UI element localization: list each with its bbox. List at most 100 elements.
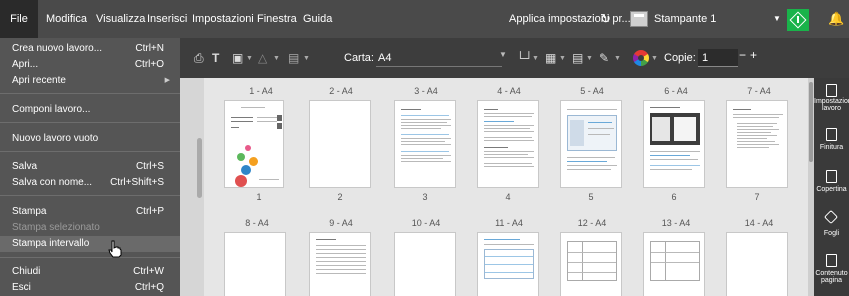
menu-inserisci[interactable]: Inserisci xyxy=(147,0,187,38)
menu-item-print[interactable]: Stampa Ctrl+P xyxy=(0,204,180,220)
page-thumbnail[interactable] xyxy=(394,100,456,188)
paper-select[interactable]: A4 xyxy=(376,49,502,67)
page-content-icon[interactable] xyxy=(826,254,837,267)
page-thumbnail[interactable] xyxy=(560,232,622,296)
page-layout-icon[interactable]: ▤ xyxy=(288,50,299,66)
copies-input[interactable]: 1 xyxy=(698,49,738,67)
menu-finestra[interactable]: Finestra xyxy=(257,0,297,38)
thumb-line xyxy=(485,264,533,265)
menu-visualizza[interactable]: Visualizza xyxy=(96,0,145,38)
copies-decrement-button[interactable]: − xyxy=(739,48,746,62)
thumb-line xyxy=(401,128,441,129)
menu-separator xyxy=(0,151,180,152)
chevron-down-icon[interactable]: ▼ xyxy=(614,51,621,67)
menu-item-print-range[interactable]: Stampa intervallo xyxy=(0,236,180,252)
menu-item-label: Apri recente xyxy=(12,75,66,86)
left-scrollbar-thumb[interactable] xyxy=(197,138,202,198)
page-thumbnail[interactable] xyxy=(309,100,371,188)
printer-name[interactable]: Stampante 1 xyxy=(654,0,716,38)
thumb-line xyxy=(316,249,366,250)
menu-impostazioni[interactable]: Impostazioni xyxy=(192,0,254,38)
scrollbar-thumb[interactable] xyxy=(809,82,813,162)
finishing-icon[interactable]: └┘ xyxy=(516,50,533,66)
job-settings-icon[interactable] xyxy=(826,84,837,97)
menu-modifica[interactable]: Modifica xyxy=(46,0,87,38)
page-label: 14 - A4 xyxy=(744,218,774,228)
chevron-down-icon[interactable]: ▼ xyxy=(532,51,539,67)
menu-item-compose-job[interactable]: Componi lavoro... xyxy=(0,102,180,118)
page-thumbnail[interactable] xyxy=(726,232,788,296)
menu-guida[interactable]: Guida xyxy=(303,0,332,38)
text-tool-icon[interactable]: T xyxy=(212,50,219,66)
copies-increment-button[interactable]: + xyxy=(750,48,757,62)
thumb-table-divider xyxy=(582,242,583,280)
chevron-down-icon[interactable]: ▼ xyxy=(586,51,593,67)
select-tool-icon[interactable]: ⎙ xyxy=(194,50,204,66)
thumb-table xyxy=(484,249,534,279)
sheets-label[interactable]: Fogli xyxy=(814,230,849,237)
page-thumbnail[interactable] xyxy=(394,232,456,296)
page-label: 3 - A4 xyxy=(414,86,438,96)
page-thumbnail[interactable] xyxy=(643,232,705,296)
thumb-dot xyxy=(241,165,251,175)
chevron-down-icon[interactable]: ▼ xyxy=(773,0,781,38)
menu-item-save-as[interactable]: Salva con nome... Ctrl+Shift+S xyxy=(0,175,180,191)
menu-item-close[interactable]: Chiudi Ctrl+W xyxy=(0,264,180,280)
thumb-line xyxy=(737,147,769,148)
menu-item-open[interactable]: Apri... Ctrl+O xyxy=(0,57,180,73)
thumb-line xyxy=(484,239,520,240)
chevron-down-icon[interactable]: ▼ xyxy=(246,51,253,67)
menu-item-label: Stampa xyxy=(12,206,47,217)
thumb-line xyxy=(401,151,449,152)
page-thumbnail[interactable] xyxy=(477,232,539,296)
print-bar-icon xyxy=(797,16,799,23)
chevron-down-icon[interactable]: ▼ xyxy=(559,51,566,67)
page-thumbnail[interactable] xyxy=(477,100,539,188)
chevron-down-icon[interactable]: ▼ xyxy=(273,51,280,67)
chevron-down-icon[interactable]: ▼ xyxy=(499,50,507,59)
bell-icon[interactable]: 🔔 xyxy=(828,11,844,27)
thumb-line xyxy=(650,169,692,170)
menu-item-new-empty-job[interactable]: Nuovo lavoro vuoto xyxy=(0,131,180,147)
page-label: 9 - A4 xyxy=(329,218,353,228)
finishing-label[interactable]: Finitura xyxy=(814,144,849,151)
page-thumbnail[interactable] xyxy=(309,232,371,296)
edit-icon[interactable]: ✎ xyxy=(599,50,609,66)
thumb-line xyxy=(650,165,700,166)
cover-label[interactable]: Copertina xyxy=(814,186,849,193)
refresh-icon[interactable]: ↻ xyxy=(600,11,614,27)
page-thumbnail[interactable] xyxy=(560,100,622,188)
page-thumbnail[interactable] xyxy=(224,100,284,188)
apply-settings-dropdown[interactable]: Applica impostazioni pr...▼ xyxy=(509,0,642,38)
sheets-icon[interactable] xyxy=(823,209,839,225)
chevron-down-icon[interactable]: ▼ xyxy=(651,51,658,67)
thumb-line xyxy=(484,163,532,164)
hand-cursor-icon xyxy=(108,240,122,258)
mirror-tool-icon[interactable]: △ xyxy=(258,50,267,66)
thumb-line xyxy=(401,138,451,139)
thumb-table-divider xyxy=(665,242,666,280)
sheet-icon[interactable]: ▤ xyxy=(572,50,583,66)
cover-icon[interactable] xyxy=(826,170,837,183)
page-content-label[interactable]: Contenuto pagina xyxy=(814,270,849,284)
menu-item-open-recent[interactable]: Apri recente ▶ xyxy=(0,73,180,89)
print-button[interactable] xyxy=(787,9,809,31)
thumb-line xyxy=(241,107,265,108)
page-thumbnail[interactable] xyxy=(643,100,705,188)
menu-item-save[interactable]: Salva Ctrl+S xyxy=(0,159,180,175)
thumb-marker xyxy=(277,115,282,121)
page-thumbnail[interactable] xyxy=(224,232,286,296)
page-thumbnail[interactable] xyxy=(726,100,788,188)
color-wheel-icon[interactable] xyxy=(633,50,649,66)
chevron-down-icon[interactable]: ▼ xyxy=(303,51,310,67)
menu-file[interactable]: File xyxy=(0,0,38,38)
menu-item-new-job[interactable]: Crea nuovo lavoro... Ctrl+N xyxy=(0,41,180,57)
thumb-line xyxy=(484,147,508,148)
finishing-icon[interactable] xyxy=(826,128,837,141)
binding-icon[interactable]: ▦ xyxy=(545,50,556,66)
menu-item-print-selected[interactable]: Stampa selezionato xyxy=(0,220,180,236)
job-settings-label[interactable]: Impostazioni lavoro xyxy=(814,98,849,112)
menu-item-exit[interactable]: Esci Ctrl+Q xyxy=(0,280,180,296)
left-panel-edge xyxy=(180,78,204,296)
image-tool-icon[interactable]: ▣ xyxy=(232,50,243,66)
